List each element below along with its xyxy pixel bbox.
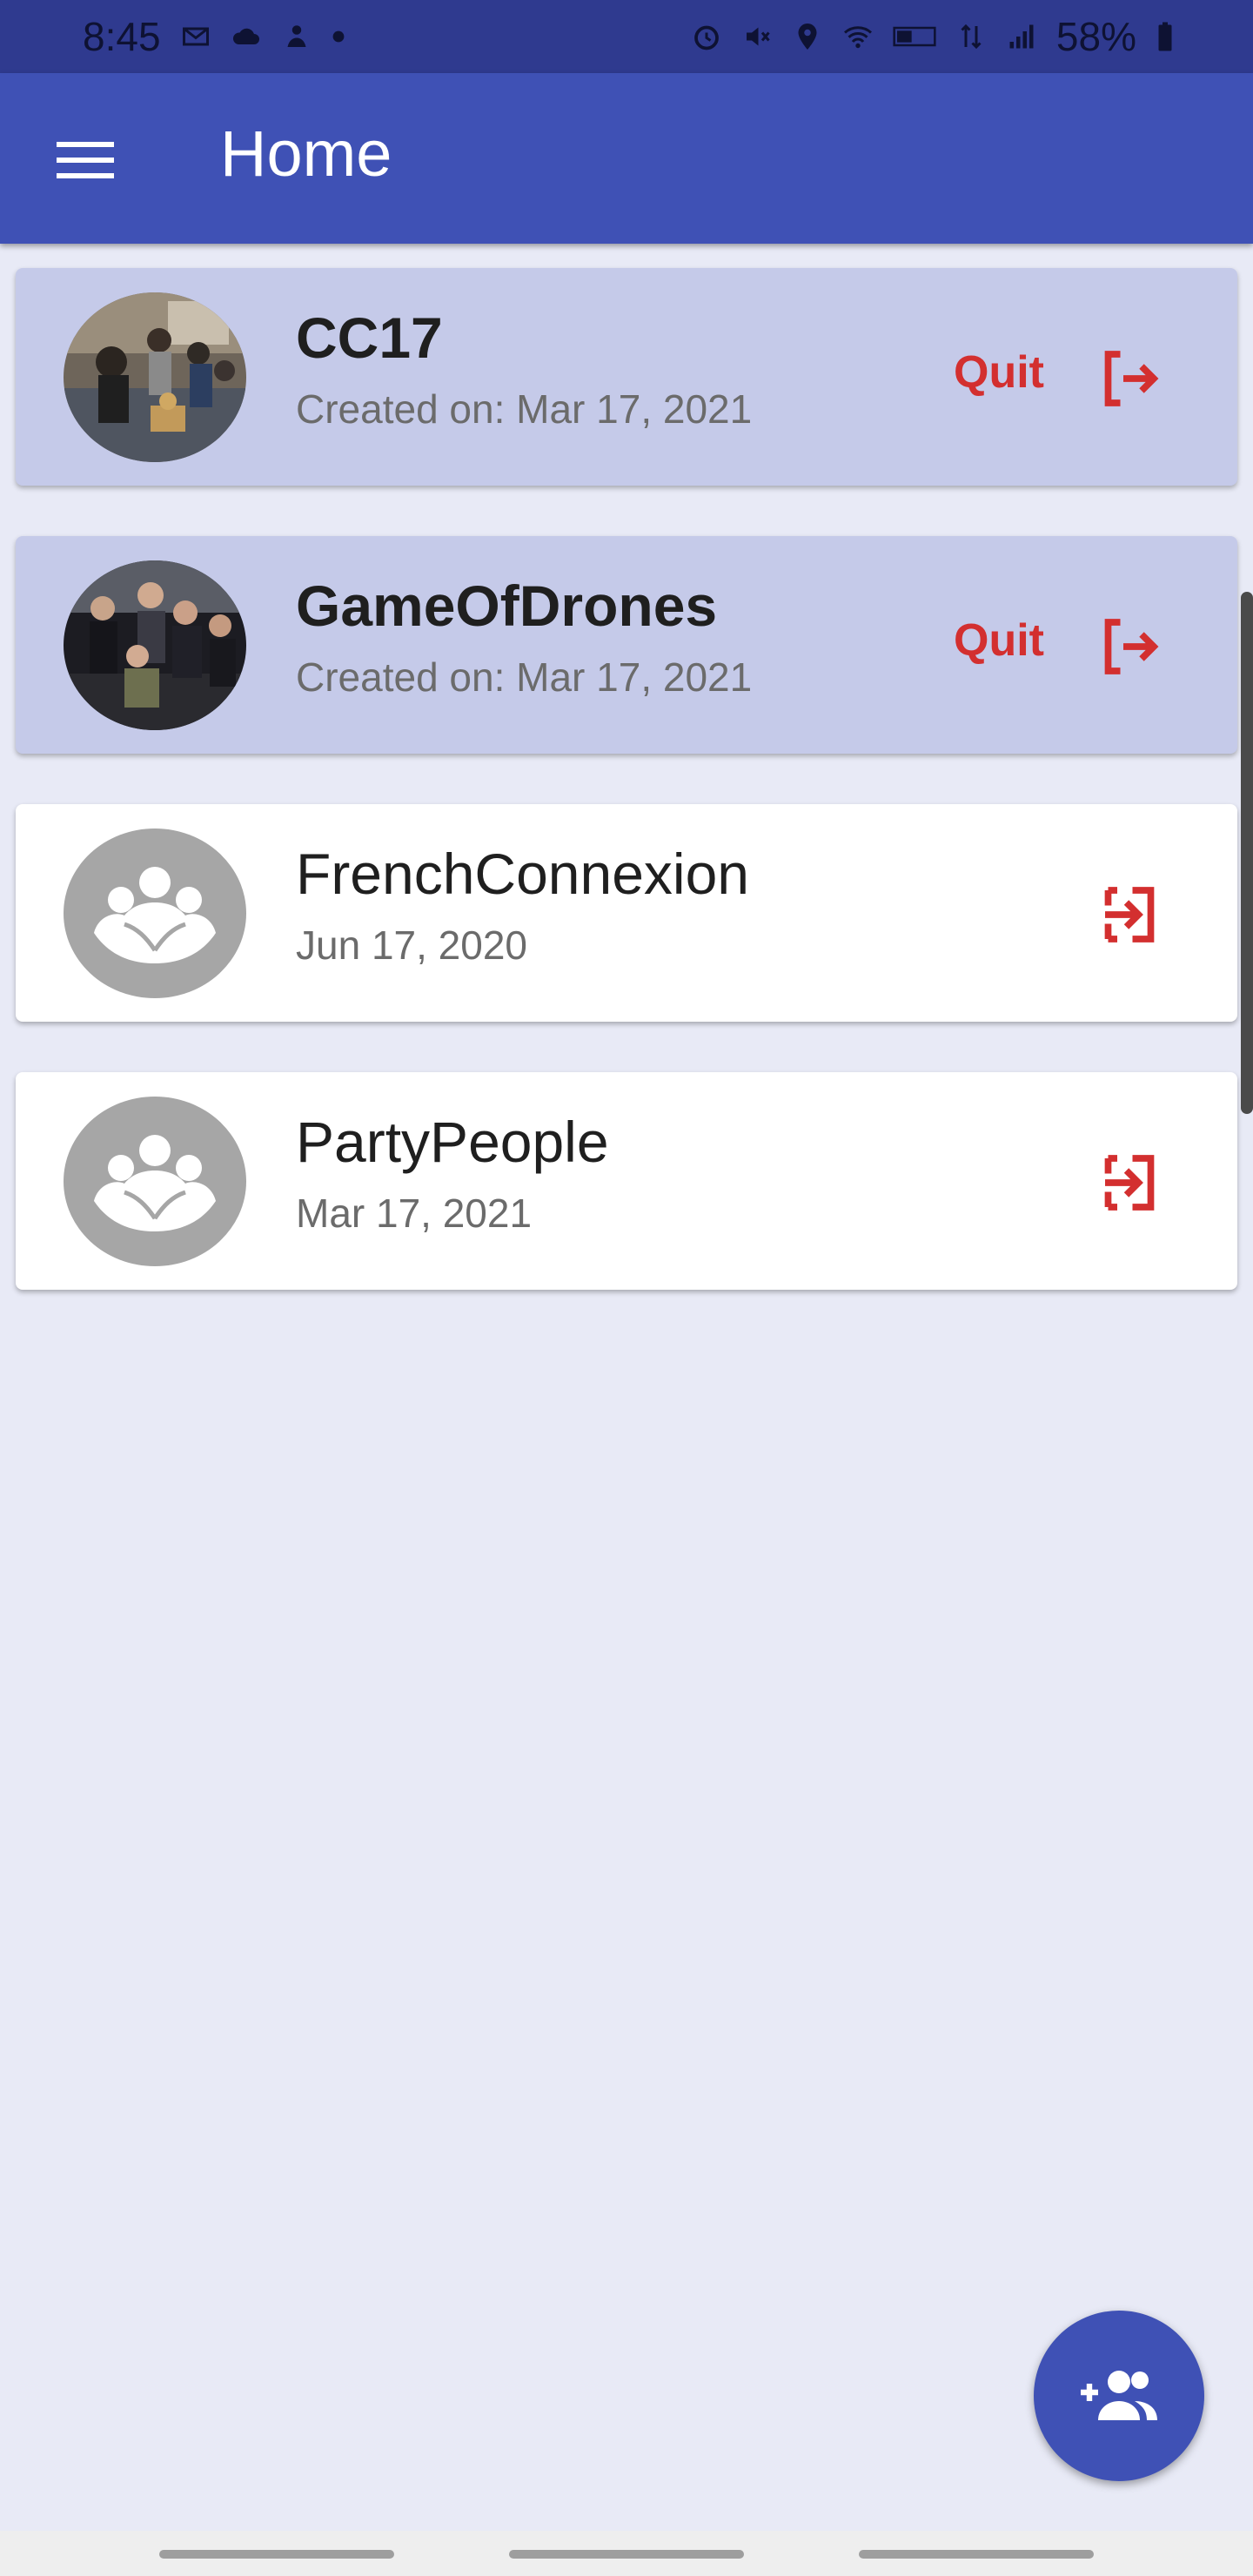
add-group-icon xyxy=(1081,2371,1157,2420)
menu-button[interactable] xyxy=(48,134,123,186)
group-card-gameofdrones[interactable]: GameOfDrones Created on: Mar 17, 2021 Qu… xyxy=(16,536,1237,754)
group-placeholder-icon xyxy=(64,828,246,998)
add-group-button[interactable] xyxy=(1034,2311,1204,2481)
login-icon[interactable] xyxy=(1093,878,1166,951)
wifi-icon xyxy=(842,21,874,52)
status-time: 8:45 xyxy=(83,14,161,59)
volte-icon xyxy=(893,21,936,52)
alarm-icon xyxy=(691,21,722,52)
status-bar: 8:45 58% xyxy=(0,0,1253,73)
group-name: CC17 xyxy=(296,305,443,370)
status-right: 58% xyxy=(691,13,1175,60)
login-icon[interactable] xyxy=(1093,1146,1166,1219)
status-left: 8:45 xyxy=(83,13,345,60)
avatar xyxy=(64,560,246,730)
dot-icon xyxy=(332,30,345,44)
signal-icon xyxy=(1006,21,1037,52)
assistant-icon xyxy=(281,21,312,52)
quit-label[interactable]: Quit xyxy=(954,346,1044,399)
4g-icon xyxy=(955,21,987,52)
group-name: GameOfDrones xyxy=(296,574,718,638)
quit-label[interactable]: Quit xyxy=(954,614,1044,667)
group-date: Jun 17, 2020 xyxy=(296,922,528,968)
avatar xyxy=(64,292,246,462)
group-date: Created on: Mar 17, 2021 xyxy=(296,386,753,432)
battery-percent: 58% xyxy=(1055,14,1136,59)
app-bar: Home xyxy=(0,73,1253,244)
group-date: Created on: Mar 17, 2021 xyxy=(296,654,753,700)
group-name: PartyPeople xyxy=(296,1110,609,1174)
logout-icon[interactable] xyxy=(1093,610,1166,683)
battery-icon xyxy=(1156,21,1175,52)
nav-back-handle[interactable] xyxy=(859,2550,1094,2559)
cloud-icon xyxy=(231,21,262,52)
page-title: Home xyxy=(220,117,392,190)
group-card-cc17[interactable]: CC17 Created on: Mar 17, 2021 Quit xyxy=(16,268,1237,486)
group-name: FrenchConnexion xyxy=(296,842,749,906)
group-card-partypeople[interactable]: PartyPeople Mar 17, 2021 xyxy=(16,1072,1237,1290)
mute-icon xyxy=(741,21,773,52)
menu-icon xyxy=(57,142,114,178)
location-icon xyxy=(792,21,823,52)
group-card-frenchconnexion[interactable]: FrenchConnexion Jun 17, 2020 xyxy=(16,804,1237,1022)
gmail-icon xyxy=(180,21,211,52)
nav-recents-handle[interactable] xyxy=(159,2550,394,2559)
logout-icon[interactable] xyxy=(1093,342,1166,415)
group-date: Mar 17, 2021 xyxy=(296,1191,533,1236)
navigation-bar xyxy=(0,2531,1253,2576)
scrollbar[interactable] xyxy=(1241,592,1253,1114)
group-placeholder-icon xyxy=(64,1097,246,1266)
nav-home-handle[interactable] xyxy=(509,2550,744,2559)
